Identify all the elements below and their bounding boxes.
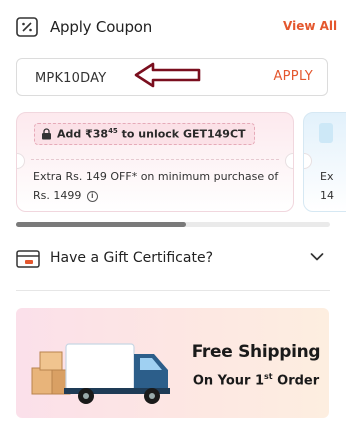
- gift-card-icon: [16, 250, 40, 268]
- offer-description: Ex 14: [320, 167, 334, 205]
- offers-carousel[interactable]: Add ₹3845 to unlock GET149CT Extra Rs. 1…: [16, 112, 346, 218]
- subtitle-superscript: st: [264, 372, 273, 381]
- card-notch: [304, 153, 312, 169]
- unlock-prefix: Add ₹38: [57, 127, 109, 141]
- subtitle-suffix: Order: [272, 373, 320, 389]
- offer-description-line1: Ex: [320, 170, 334, 183]
- offers-scrollbar-thumb[interactable]: [16, 222, 186, 227]
- offer-card[interactable]: Ex 14: [303, 112, 346, 212]
- left-arrow-icon: [134, 62, 201, 88]
- offer-description: Extra Rs. 149 OFF* on minimum purchase o…: [33, 167, 283, 205]
- info-icon[interactable]: i: [86, 190, 98, 202]
- card-notch: [17, 153, 25, 169]
- unlock-text: Add ₹3845 to unlock GET149CT: [57, 127, 246, 141]
- card-notch: [285, 153, 293, 169]
- delivery-truck-icon: [31, 343, 170, 404]
- section-divider: [16, 290, 330, 291]
- view-all-link[interactable]: View All: [283, 19, 337, 33]
- subtitle-prefix: On Your 1: [192, 373, 265, 389]
- free-shipping-title: Free Shipping: [191, 342, 321, 362]
- unlock-suffix: to unlock GET149CT: [117, 127, 246, 141]
- apply-coupon-button[interactable]: APPLY: [273, 59, 313, 95]
- offer-description-text: Extra Rs. 149 OFF* on minimum purchase o…: [33, 170, 279, 202]
- free-shipping-subtitle: On Your 1st Order: [186, 372, 326, 388]
- gift-certificate-label[interactable]: Have a Gift Certificate?: [50, 250, 213, 266]
- coupon-icon: [16, 17, 38, 37]
- lock-icon: [42, 128, 51, 140]
- card-divider: [31, 159, 279, 160]
- unlock-superscript: 45: [108, 127, 118, 136]
- chevron-down-icon[interactable]: [310, 252, 324, 262]
- offer-description-line2: 14: [320, 189, 334, 202]
- offer-card[interactable]: Add ₹3845 to unlock GET149CT Extra Rs. 1…: [16, 112, 294, 212]
- offer-pill-partial: [319, 123, 333, 143]
- free-shipping-banner[interactable]: Free Shipping On Your 1st Order: [16, 308, 329, 418]
- unlock-offer-pill: Add ₹3845 to unlock GET149CT: [34, 123, 255, 145]
- apply-coupon-title: Apply Coupon: [50, 18, 153, 36]
